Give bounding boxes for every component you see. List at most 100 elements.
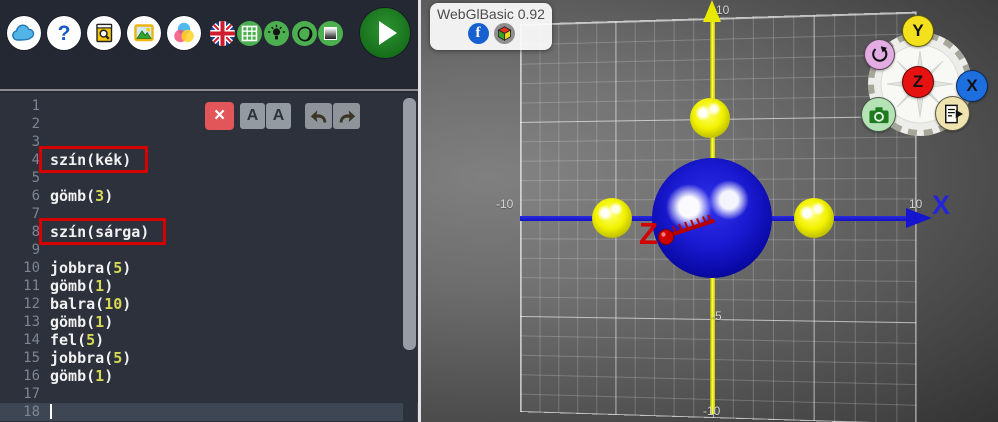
code-text: szín(sárga): [50, 223, 149, 241]
code-editor[interactable]: 1234szín(kék)56gömb(3)78szín(sárga)910jo…: [0, 93, 418, 422]
view-z-button[interactable]: Z: [902, 66, 934, 98]
code-segment: ): [122, 349, 131, 367]
screenshot-button[interactable]: [861, 97, 896, 132]
background-toggle-button[interactable]: [318, 21, 343, 46]
facebook-icon[interactable]: f: [468, 23, 489, 44]
code-line[interactable]: 8 szín(sárga): [0, 223, 418, 241]
gallery-button[interactable]: [127, 16, 161, 50]
line-number: 11: [8, 277, 40, 295]
code-text: szín(kék): [50, 151, 131, 169]
code-text: balra(10): [50, 295, 131, 313]
redo-button[interactable]: [333, 103, 360, 129]
axis-tick-label: -10: [703, 404, 720, 418]
code-segment: ): [95, 331, 104, 349]
code-segment: ): [104, 367, 113, 385]
line-number: 16: [8, 367, 40, 385]
code-line[interactable]: 12 balra(10): [0, 295, 418, 313]
font-smaller-button[interactable]: A ˇ: [240, 103, 265, 129]
blue-sphere: [652, 158, 772, 278]
help-button[interactable]: ?: [47, 16, 81, 50]
code-line[interactable]: 5: [0, 169, 418, 187]
editor-toolbar: × A ˇ A ˆ: [0, 102, 418, 132]
code-segment: ): [104, 187, 113, 205]
code-segment: 1: [95, 277, 104, 295]
code-segment: ): [122, 295, 131, 313]
x-axis-letter: X: [932, 190, 950, 221]
cloud-button[interactable]: [7, 16, 41, 50]
circumflex-mark: ˆ: [284, 96, 289, 113]
code-line[interactable]: 7: [0, 205, 418, 223]
view-navigation-widget: Y X Z: [864, 28, 976, 140]
code-text: [50, 403, 52, 421]
rotate-view-button[interactable]: [864, 39, 895, 70]
code-line[interactable]: 14fel(5): [0, 331, 418, 349]
font-bigger-label: A: [273, 107, 285, 125]
cloud-icon: [11, 23, 37, 43]
camera-icon: [868, 105, 890, 125]
code-segment: 10: [104, 295, 122, 313]
yellow-sphere: [592, 198, 632, 238]
main-toolbar: ?: [0, 0, 418, 91]
code-segment: 5: [113, 349, 122, 367]
code-segment: szín(sárga): [50, 223, 149, 241]
gradient-square-icon: [324, 27, 337, 40]
rotate-icon: [870, 45, 889, 64]
app-title-overlay: WebGlBasic 0.92 f: [430, 3, 552, 50]
code-line[interactable]: 15 jobbra(5): [0, 349, 418, 367]
code-line[interactable]: 10jobbra(5): [0, 259, 418, 277]
cube-logo-icon[interactable]: [494, 23, 515, 44]
code-segment: 5: [86, 331, 95, 349]
view-y-button[interactable]: Y: [902, 15, 934, 47]
question-mark-icon: ?: [58, 23, 71, 44]
reference-button[interactable]: [87, 16, 121, 50]
export-code-button[interactable]: [935, 96, 970, 131]
code-line[interactable]: 6gömb(3): [0, 187, 418, 205]
code-line[interactable]: 18: [0, 403, 418, 421]
code-line[interactable]: 16gömb(1): [0, 367, 418, 385]
undo-button[interactable]: [305, 103, 332, 129]
code-segment: gömb(: [50, 313, 95, 331]
shading-toggle-button[interactable]: [292, 21, 317, 46]
code-line[interactable]: 3: [0, 133, 418, 151]
line-number: 9: [8, 241, 40, 259]
code-text: jobbra(5): [50, 349, 131, 367]
line-number: 8: [8, 223, 40, 241]
panel-divider[interactable]: [418, 0, 421, 422]
grid-toggle-button[interactable]: [237, 21, 262, 46]
code-segment: ): [104, 313, 113, 331]
palette-button[interactable]: [167, 16, 201, 50]
webglbasic-app: ?: [0, 0, 998, 422]
code-lines[interactable]: 1234szín(kék)56gömb(3)78szín(sárga)910jo…: [0, 97, 418, 421]
language-button[interactable]: [210, 21, 235, 46]
code-line[interactable]: 11gömb(1): [0, 277, 418, 295]
code-line[interactable]: 4szín(kék): [0, 151, 418, 169]
code-segment: gömb(: [50, 277, 95, 295]
z-axis-letter: Z: [639, 216, 658, 252]
line-number: 12: [8, 295, 40, 313]
font-smaller-label: A: [247, 107, 259, 125]
editor-scrollbar[interactable]: [403, 93, 417, 422]
code-line[interactable]: 9: [0, 241, 418, 259]
uk-flag-icon: [210, 21, 235, 46]
caron-mark: ˇ: [258, 96, 263, 113]
scrollbar-thumb[interactable]: [403, 98, 416, 350]
x-axis-arrow: [906, 208, 932, 228]
line-number: 18: [8, 403, 40, 421]
code-text: gömb(3): [50, 187, 113, 205]
viewport-3d[interactable]: 10-10-5-1010 X Z WebGlBasic 0.92 f: [420, 0, 998, 422]
code-segment: gömb(: [50, 187, 95, 205]
light-toggle-button[interactable]: [264, 21, 289, 46]
close-button[interactable]: ×: [205, 102, 234, 130]
font-bigger-button[interactable]: A ˆ: [266, 103, 291, 129]
code-segment: jobbra(: [50, 349, 113, 367]
line-number: 5: [8, 169, 40, 187]
axis-tick-label: -5: [711, 309, 722, 323]
code-line[interactable]: 17: [0, 385, 418, 403]
line-number: 15: [8, 349, 40, 367]
redo-icon: [337, 107, 357, 125]
line-number: 13: [8, 313, 40, 331]
yellow-sphere: [690, 98, 730, 138]
code-line[interactable]: 13gömb(1): [0, 313, 418, 331]
run-button[interactable]: [360, 8, 410, 58]
code-text: jobbra(5): [50, 259, 131, 277]
